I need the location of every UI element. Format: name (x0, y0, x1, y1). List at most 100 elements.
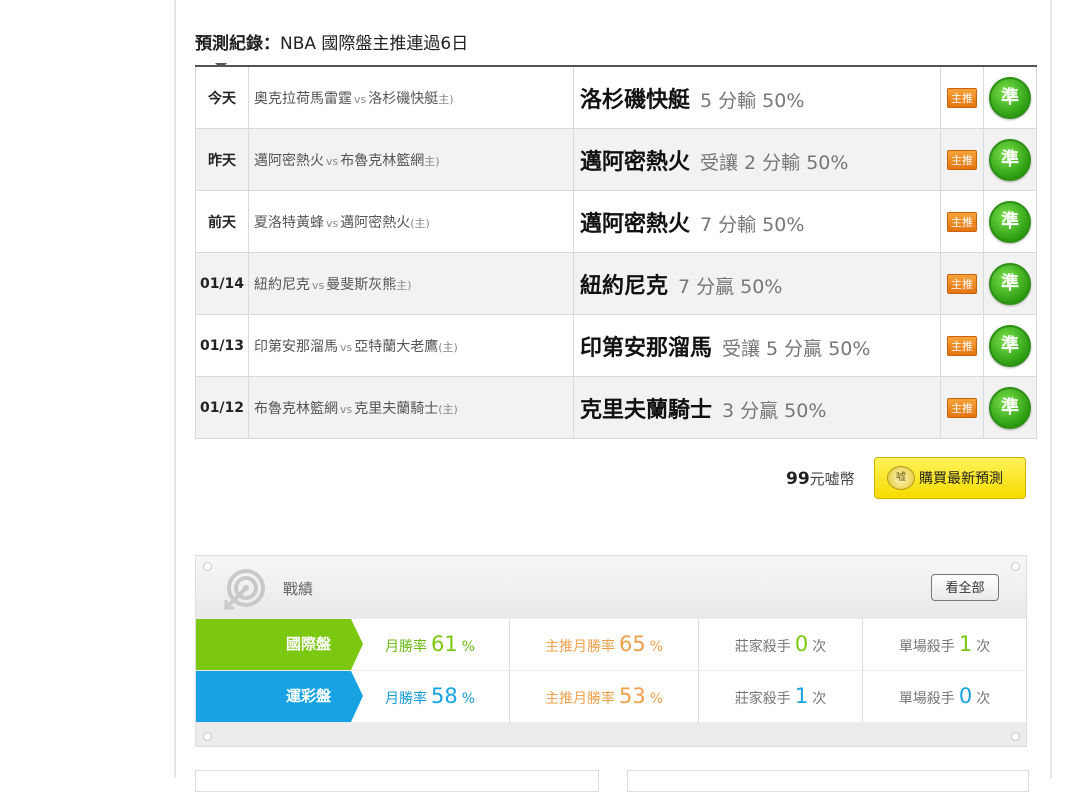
result-cell: 準 (983, 190, 1037, 253)
away-team: 邁阿密熱火 (254, 152, 324, 169)
host-mark: (主) (438, 402, 458, 416)
price-value: 99 (786, 469, 810, 489)
prediction-pick: 紐約尼克 7 分贏 50% (573, 252, 941, 315)
pick-line: 7 分輸 50% (700, 213, 805, 236)
home-team: 邁阿密熱火 (340, 214, 411, 231)
check-correct-icon: 準 (989, 138, 1031, 181)
main-pick-tag: 主推 (940, 376, 984, 439)
bottom-card-left (195, 770, 599, 792)
host-mark: 主) (396, 278, 412, 292)
prediction-date: 01/14 (195, 252, 249, 315)
record-label: 預測紀錄： (195, 34, 280, 54)
pick-team: 洛杉磯快艇 (580, 87, 691, 113)
main-pick-badge: 主推 (947, 398, 977, 418)
away-team: 夏洛特黃蜂 (254, 214, 324, 231)
main-monthly-win-rate: 主推月勝率 53% (509, 671, 698, 722)
main-pick-tag: 主推 (940, 128, 984, 191)
host-mark: (主) (438, 340, 458, 354)
prediction-row: 01/13 印第安那溜馬 vs 亞特蘭大老鷹(主) 印第安那溜馬 受讓 5 分贏 50% 主… (195, 314, 1037, 377)
monthly-win-rate: 月勝率 58% (384, 684, 476, 708)
prediction-pick: 邁阿密熱火 7 分輸 50% (573, 190, 941, 253)
vs-label: vs (340, 402, 353, 416)
main-pick-badge: 主推 (947, 336, 977, 356)
stats-row-sports-lottery: 運彩盤 月勝率 58% 主推月勝率 53% 莊家殺手 1 次 單場殺手 0 次 (196, 671, 1026, 722)
vs-label: vs (326, 216, 339, 230)
check-correct-icon: 準 (989, 262, 1031, 305)
dealer-killer: 莊家殺手 1 次 (698, 671, 862, 722)
main-pick-tag: 主推 (940, 314, 984, 377)
check-correct-icon: 準 (989, 76, 1031, 119)
target-icon (222, 568, 266, 612)
prediction-match: 紐約尼克 vs 曼斐斯灰熊主) (248, 252, 574, 315)
check-correct-icon: 準 (989, 324, 1031, 367)
pick-team: 邁阿密熱火 (580, 211, 691, 237)
host-mark: (主) (410, 216, 430, 230)
stats-header: 戰績 看全部 (196, 556, 1026, 618)
home-team: 洛杉磯快艇 (368, 90, 439, 107)
monthly-win-rate: 月勝率 61% (384, 632, 476, 656)
home-team: 克里夫蘭騎士 (354, 400, 439, 417)
stats-row-international: 國際盤 月勝率 61% 主推月勝率 65% 莊家殺手 0 次 單場殺手 1 次 (196, 619, 1026, 670)
prediction-date: 昨天 (195, 128, 249, 191)
price-display: 99元嘘幣 (786, 468, 855, 489)
home-team: 亞特蘭大老鷹 (354, 338, 439, 355)
prediction-pick: 邁阿密熱火 受讓 2 分輸 50% (573, 128, 941, 191)
host-mark: 主) (424, 154, 440, 168)
buy-latest-prediction-button[interactable]: 嘘 購買最新預測 (874, 457, 1026, 499)
prediction-match: 夏洛特黃蜂 vs 邁阿密熱火(主) (248, 190, 574, 253)
main-pick-badge: 主推 (947, 274, 977, 294)
prediction-match: 布魯克林籃網 vs 克里夫蘭騎士(主) (248, 376, 574, 439)
stats-panel: 戰績 看全部 國際盤 月勝率 61% 主推月勝率 65% 莊家殺手 0 次 單場殺手 1 次… (195, 555, 1027, 747)
buy-button-label: 購買最新預測 (919, 471, 1003, 487)
prediction-row: 今天 奧克拉荷馬雷霆 vs 洛杉磯快艇主) 洛杉磯快艇 5 分輸 50% 主推準 (195, 65, 1037, 129)
vs-label: vs (326, 154, 339, 168)
main-pick-tag: 主推 (940, 190, 984, 253)
away-team: 紐約尼克 (254, 276, 310, 293)
prediction-pick: 洛杉磯快艇 5 分輸 50% (573, 65, 941, 129)
prediction-table: 今天 奧克拉荷馬雷霆 vs 洛杉磯快艇主) 洛杉磯快艇 5 分輸 50% 主推準昨天 邁阿密熱… (195, 65, 1037, 439)
single-killer: 單場殺手 0 次 (862, 671, 1026, 722)
prediction-date: 今天 (195, 65, 249, 129)
prediction-match: 印第安那溜馬 vs 亞特蘭大老鷹(主) (248, 314, 574, 377)
vs-label: vs (340, 340, 353, 354)
bottom-card-right (627, 770, 1029, 792)
stats-title: 戰績 (283, 580, 314, 598)
single-killer: 單場殺手 1 次 (862, 619, 1026, 670)
prediction-row: 前天 夏洛特黃蜂 vs 邁阿密熱火(主) 邁阿密熱火 7 分輸 50% 主推準 (195, 190, 1037, 253)
view-all-button[interactable]: 看全部 (931, 574, 999, 601)
screw-icon (1011, 562, 1020, 571)
prediction-pick: 印第安那溜馬 受讓 5 分贏 50% (573, 314, 941, 377)
pick-team: 克里夫蘭騎士 (580, 397, 713, 423)
main-monthly-win-rate: 主推月勝率 65% (509, 619, 698, 670)
prediction-match: 奧克拉荷馬雷霆 vs 洛杉磯快艇主) (248, 65, 574, 129)
main-pick-tag: 主推 (940, 252, 984, 315)
result-cell: 準 (983, 252, 1037, 315)
pick-line: 3 分贏 50% (722, 399, 827, 422)
pick-team: 印第安那溜馬 (580, 335, 713, 361)
result-cell: 準 (983, 65, 1037, 129)
prediction-match: 邁阿密熱火 vs 布魯克林籃網主) (248, 128, 574, 191)
away-team: 布魯克林籃網 (254, 400, 338, 417)
host-mark: 主) (438, 92, 454, 106)
home-team: 曼斐斯灰熊 (326, 276, 397, 293)
check-correct-icon: 準 (989, 200, 1031, 243)
away-team: 奧克拉荷馬雷霆 (254, 90, 352, 107)
screw-icon (203, 562, 212, 571)
dealer-killer: 莊家殺手 0 次 (698, 619, 862, 670)
row-label-international: 國際盤 (196, 619, 363, 670)
pick-team: 紐約尼克 (580, 273, 669, 299)
pick-line: 受讓 2 分輸 50% (700, 151, 849, 174)
main-pick-badge: 主推 (947, 150, 977, 170)
vs-label: vs (354, 92, 367, 106)
check-correct-icon: 準 (989, 386, 1031, 429)
away-team: 印第安那溜馬 (254, 338, 338, 355)
result-cell: 準 (983, 128, 1037, 191)
pick-line: 5 分輸 50% (700, 89, 805, 112)
record-title: 預測紀錄：NBA 國際盤主推連過6日 (195, 29, 468, 54)
prediction-date: 01/12 (195, 376, 249, 439)
screw-icon (1011, 732, 1020, 741)
coin-icon: 嘘 (887, 466, 915, 490)
prediction-row: 01/14 紐約尼克 vs 曼斐斯灰熊主) 紐約尼克 7 分贏 50% 主推準 (195, 252, 1037, 315)
result-cell: 準 (983, 376, 1037, 439)
home-team: 布魯克林籃網 (340, 152, 425, 169)
